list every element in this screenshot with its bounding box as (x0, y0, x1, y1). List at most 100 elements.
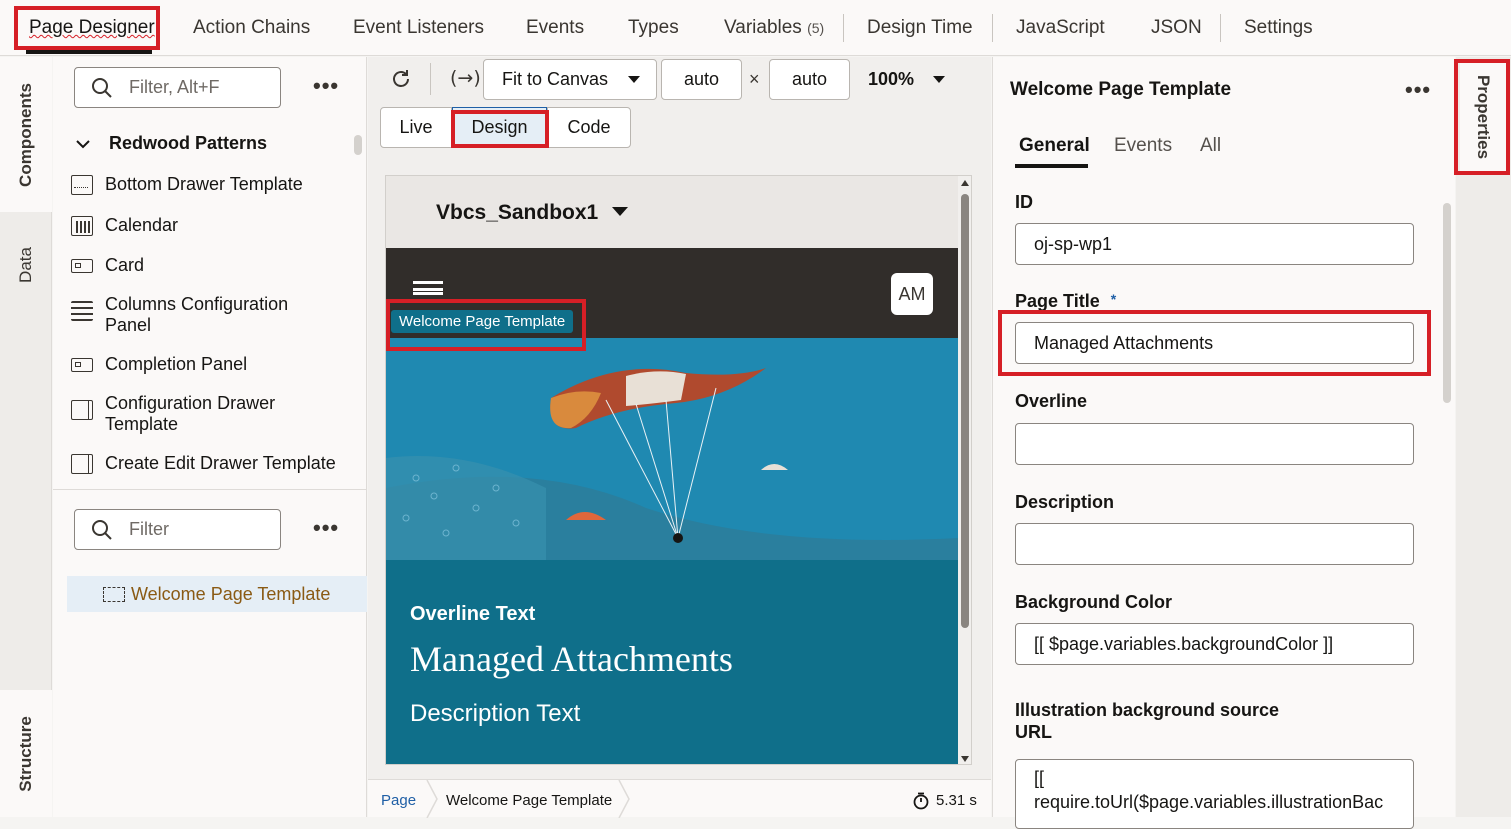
breadcrumb-component[interactable]: Welcome Page Template (446, 792, 612, 809)
component-create-edit-drawer-template[interactable]: Create Edit Drawer Template (71, 453, 336, 474)
tab-divider (1220, 14, 1221, 42)
tab-events[interactable]: Events (526, 17, 584, 39)
list-icon (71, 301, 93, 321)
caret-down-icon[interactable] (612, 207, 628, 217)
fit-to-canvas-select[interactable]: Fit to Canvas (483, 59, 657, 100)
caret-down-icon (933, 76, 946, 84)
right-vertical-tabs: Properties (1456, 57, 1511, 817)
component-label: Calendar (105, 215, 179, 235)
tab-events[interactable]: Events (1114, 135, 1172, 157)
component-label: Card (105, 255, 145, 275)
breadcrumb-page[interactable]: Page (381, 792, 416, 809)
component-label: Completion Panel (105, 354, 248, 374)
tab-data[interactable]: Data (0, 222, 52, 307)
components-panel: Filter, Alt+F ••• Redwood Patterns Botto… (53, 57, 367, 817)
component-card[interactable]: Card (71, 255, 144, 276)
illustration-url-label: Illustration background source URL (1015, 700, 1280, 742)
structure-tree-item[interactable]: Welcome Page Template (67, 576, 367, 612)
tab-structure[interactable]: Structure (0, 690, 52, 817)
tab-variables-count: (5) (807, 20, 825, 36)
hero-description: Description Text (410, 700, 581, 727)
tab-components[interactable]: Components (0, 57, 52, 212)
component-completion-panel[interactable]: Completion Panel (71, 354, 247, 375)
width-input[interactable]: auto (661, 59, 742, 100)
tab-json[interactable]: JSON (1151, 17, 1202, 39)
mode-code-button[interactable]: Code (547, 107, 631, 148)
background-color-input[interactable]: [[ $page.variables.backgroundColor ]] (1015, 623, 1414, 665)
component-calendar[interactable]: Calendar (71, 215, 178, 236)
required-mark: * (1110, 291, 1117, 307)
nav-bar: AM Welcome Page Template (386, 248, 958, 338)
calendar-icon (71, 216, 93, 236)
breadcrumb-separator (426, 780, 438, 818)
components-filter-input[interactable]: Filter, Alt+F (74, 67, 281, 108)
overline-input[interactable] (1015, 423, 1414, 465)
refresh-icon[interactable] (390, 68, 412, 90)
fit-label: Fit to Canvas (502, 69, 609, 89)
illustration-url-input[interactable]: [[ require.toUrl($page.variables.illustr… (1015, 759, 1414, 829)
preview-scrollbar[interactable] (958, 176, 971, 764)
hero-title: Managed Attachments (410, 639, 733, 679)
properties-header: Welcome Page Template (1010, 79, 1232, 100)
component-tag: Welcome Page Template (391, 310, 574, 333)
tab-types[interactable]: Types (628, 17, 679, 39)
tab-variables[interactable]: Variables (5) (724, 17, 824, 39)
component-columns-configuration-panel[interactable]: Columns Configuration Panel (71, 294, 305, 336)
structure-filter-input[interactable]: Filter (74, 509, 281, 550)
scroll-up-icon[interactable] (961, 180, 969, 186)
canvas-area: (→) Fit to Canvas auto × auto 100% Live … (368, 57, 991, 818)
properties-more-icon[interactable]: ••• (1405, 77, 1431, 103)
description-input[interactable] (1015, 523, 1414, 565)
tree-item-label: Welcome Page Template (131, 583, 331, 604)
properties-panel: Welcome Page Template ••• General Events… (992, 57, 1455, 829)
tab-divider (992, 14, 993, 42)
description-label: Description (1015, 492, 1115, 512)
background-color-label: Background Color (1015, 592, 1173, 612)
app-name[interactable]: Vbcs_Sandbox1 (436, 201, 598, 225)
properties-scrollbar[interactable] (1441, 187, 1453, 817)
components-scrollbar[interactable] (353, 121, 363, 487)
panel-icon (71, 358, 93, 372)
page-designer-tabbar: Page Designer Action Chains Event Listen… (0, 0, 1511, 56)
hamburger-icon[interactable] (413, 281, 443, 295)
component-label: Create Edit Drawer Template (105, 453, 336, 473)
components-more-icon[interactable]: ••• (313, 73, 339, 99)
page-preview: Vbcs_Sandbox1 AM Welcome Page Template O… (385, 175, 972, 765)
times-symbol: × (749, 69, 760, 89)
tab-javascript[interactable]: JavaScript (1016, 17, 1105, 39)
card-icon (71, 259, 93, 273)
tab-all[interactable]: All (1200, 135, 1221, 157)
component-label: Bottom Drawer Template (105, 174, 303, 194)
id-label: ID (1015, 192, 1033, 212)
bottom-drawer-icon (71, 175, 93, 195)
component-label: Columns Configuration Panel (105, 294, 289, 335)
caret-down-icon (628, 76, 640, 83)
tab-action-chains[interactable]: Action Chains (193, 17, 310, 39)
overline-text: Overline Text (410, 603, 536, 625)
tab-page-designer[interactable]: Page Designer (29, 17, 155, 39)
zoom-select[interactable]: 100% (868, 69, 946, 90)
tab-event-listeners[interactable]: Event Listeners (353, 17, 484, 39)
breadcrumb-separator (618, 780, 630, 818)
stopwatch-icon (913, 792, 929, 810)
expand-icon[interactable]: (→) (450, 67, 481, 89)
app-header: Vbcs_Sandbox1 (386, 176, 958, 248)
avatar[interactable]: AM (891, 273, 933, 315)
status-footer: Page Welcome Page Template 5.31 s (368, 779, 991, 818)
scroll-down-icon[interactable] (961, 756, 969, 762)
component-configuration-drawer-template[interactable]: Configuration Drawer Template (71, 393, 305, 435)
tab-design-time[interactable]: Design Time (867, 17, 973, 39)
group-redwood-patterns[interactable]: Redwood Patterns (75, 133, 267, 154)
structure-more-icon[interactable]: ••• (313, 515, 339, 541)
page-title-input[interactable]: Managed Attachments (1015, 322, 1414, 364)
tab-general[interactable]: General (1019, 135, 1090, 157)
mode-design-button[interactable]: Design (452, 107, 547, 148)
tab-properties[interactable]: Properties (1460, 63, 1507, 171)
tab-settings[interactable]: Settings (1244, 17, 1313, 39)
zoom-label: 100% (868, 69, 915, 89)
mode-live-button[interactable]: Live (380, 107, 452, 148)
height-input[interactable]: auto (769, 59, 850, 100)
component-bottom-drawer-template[interactable]: Bottom Drawer Template (71, 174, 303, 195)
template-icon (103, 586, 125, 602)
id-input[interactable]: oj-sp-wp1 (1015, 223, 1414, 265)
